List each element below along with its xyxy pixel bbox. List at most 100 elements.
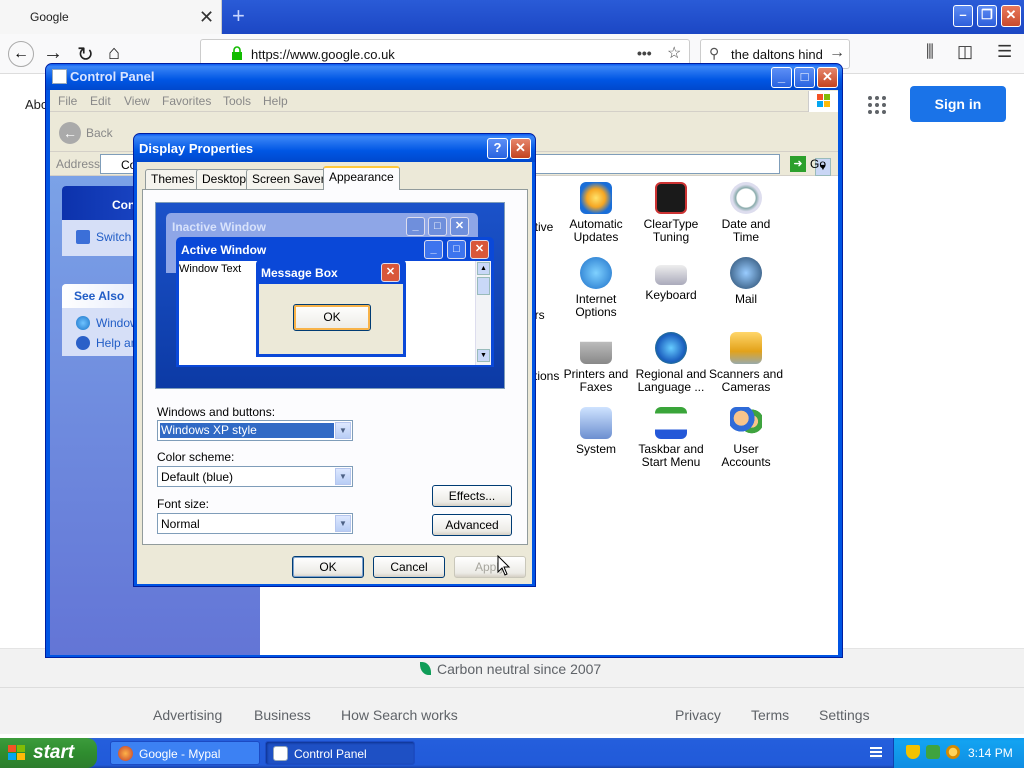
bookmark-star-icon[interactable]: ☆: [667, 43, 681, 63]
tab-desktop[interactable]: Desktop: [196, 169, 253, 189]
chevron-down-icon[interactable]: ▼: [335, 468, 351, 485]
taskbar-item-control-panel[interactable]: Control Panel: [265, 741, 415, 765]
security-shield-icon[interactable]: [906, 745, 920, 759]
network-icon[interactable]: [926, 745, 940, 759]
advanced-button[interactable]: Advanced: [432, 514, 512, 536]
taskbar: start Google - Mypal Control Panel 3:14 …: [0, 738, 1024, 768]
preview-active-min-icon: _: [424, 240, 443, 259]
effects-button[interactable]: Effects...: [432, 485, 512, 507]
system-tray: 3:14 PM: [893, 738, 1024, 768]
cancel-button[interactable]: Cancel: [373, 556, 445, 578]
go-arrow-icon[interactable]: ➜: [790, 156, 806, 172]
windows-flag-icon: [808, 91, 838, 112]
cp-item-automatic-updates[interactable]: Automatic Updates: [558, 182, 634, 244]
dialog-close-button[interactable]: ✕: [510, 138, 531, 159]
cp-item-date-time[interactable]: Date and Time: [708, 182, 784, 244]
new-tab-icon[interactable]: +: [232, 3, 245, 29]
preview-scrollbar: ▲ ▼: [475, 261, 491, 365]
windows-flag-icon: [8, 745, 25, 760]
footer-link-advertising[interactable]: Advertising: [153, 707, 222, 723]
library-icon[interactable]: ⫼: [926, 42, 934, 62]
chevron-down-icon[interactable]: ▼: [335, 422, 351, 439]
control-panel-titlebar[interactable]: Control Panel _ □ ✕: [46, 64, 842, 90]
cp-back-icon[interactable]: ←: [59, 122, 81, 144]
tab-title: Google: [30, 10, 69, 24]
color-scheme-select[interactable]: Default (blue) ▼: [157, 466, 353, 487]
help-support-link[interactable]: Help an: [96, 336, 137, 350]
search-tray-icon[interactable]: [946, 745, 960, 759]
help-button[interactable]: ?: [487, 138, 508, 159]
google-apps-icon[interactable]: [868, 96, 888, 116]
tab-screen-saver[interactable]: Screen Saver: [246, 169, 331, 189]
menu-favorites[interactable]: Favorites: [162, 94, 211, 108]
browser-minimize-button[interactable]: –: [953, 5, 973, 27]
url-text: https://www.google.co.uk: [251, 47, 395, 62]
taskbar-item-label: Google - Mypal: [139, 747, 221, 761]
menu-icon[interactable]: ☰: [997, 42, 1012, 62]
automatic-updates-icon: [580, 182, 612, 214]
cp-item-taskbar[interactable]: Taskbar and Start Menu: [633, 407, 709, 469]
cleartype-icon: [655, 182, 687, 214]
cp-item-internet-options[interactable]: Internet Options: [558, 257, 634, 319]
dialog-body: Themes Desktop Screen Saver Appearance I…: [137, 162, 532, 584]
footer-link-how-search-works[interactable]: How Search works: [341, 707, 458, 723]
help-icon: [76, 336, 90, 350]
page-actions-icon[interactable]: •••: [637, 45, 652, 61]
cp-item-user-accounts[interactable]: User Accounts: [708, 407, 784, 469]
scanner-icon: [730, 332, 762, 364]
taskbar-item-browser[interactable]: Google - Mypal: [110, 741, 260, 765]
cp-item-keyboard[interactable]: Keyboard: [633, 257, 709, 302]
cp-item-scanners[interactable]: Scanners and Cameras: [708, 332, 784, 394]
sidebar-icon[interactable]: ◫: [957, 42, 973, 62]
preview-message-title: Message Box: [261, 266, 338, 280]
menu-help[interactable]: Help: [263, 94, 288, 108]
footer-link-terms[interactable]: Terms: [751, 707, 789, 723]
font-size-select[interactable]: Normal ▼: [157, 513, 353, 534]
google-footer: Carbon neutral since 2007 Advertising Bu…: [0, 648, 1024, 734]
switch-view-link[interactable]: Switch: [96, 230, 131, 244]
menu-view[interactable]: View: [124, 94, 150, 108]
home-icon[interactable]: ⌂: [108, 42, 120, 65]
windows-buttons-value: Windows XP style: [160, 423, 334, 438]
menu-edit[interactable]: Edit: [90, 94, 111, 108]
go-label[interactable]: Go: [810, 157, 826, 171]
cp-item-cleartype[interactable]: ClearType Tuning: [633, 182, 709, 244]
search-go-icon[interactable]: →: [829, 44, 845, 62]
preview-active-title: Active Window: [181, 243, 267, 257]
cp-close-button[interactable]: ✕: [817, 67, 838, 88]
preview-max-icon: □: [428, 217, 447, 236]
cp-item-regional[interactable]: Regional and Language ...: [633, 332, 709, 394]
tab-themes[interactable]: Themes: [145, 169, 201, 189]
footer-link-business[interactable]: Business: [254, 707, 311, 723]
menu-tools[interactable]: Tools: [223, 94, 251, 108]
sign-in-button[interactable]: Sign in: [910, 86, 1006, 122]
browser-restore-button[interactable]: ❐: [977, 5, 997, 27]
browser-close-button[interactable]: ✕: [1001, 5, 1021, 27]
dialog-titlebar[interactable]: Display Properties ? ✕: [134, 134, 535, 162]
cp-item-system[interactable]: System: [558, 407, 634, 456]
cp-maximize-button[interactable]: □: [794, 67, 815, 88]
font-size-value: Normal: [161, 517, 200, 531]
menu-file[interactable]: File: [58, 94, 77, 108]
windows-buttons-label: Windows and buttons:: [157, 405, 276, 419]
browser-tab-google[interactable]: Google ✕: [0, 0, 222, 34]
footer-link-privacy[interactable]: Privacy: [675, 707, 721, 723]
keyboard-layout-icon[interactable]: [870, 747, 882, 759]
forward-arrow-icon[interactable]: →: [43, 42, 63, 65]
cp-menubar: File Edit View Favorites Tools Help: [50, 90, 838, 112]
start-button[interactable]: start: [0, 738, 97, 768]
footer-divider: [0, 687, 1024, 688]
back-arrow-icon[interactable]: ←: [8, 41, 34, 67]
system-icon: [580, 407, 612, 439]
chevron-down-icon[interactable]: ▼: [335, 515, 351, 532]
tab-appearance[interactable]: Appearance: [323, 166, 400, 190]
cp-item-mail[interactable]: Mail: [708, 257, 784, 306]
font-size-label: Font size:: [157, 497, 210, 511]
ok-button[interactable]: OK: [292, 556, 364, 578]
footer-link-settings[interactable]: Settings: [819, 707, 870, 723]
windows-buttons-select[interactable]: Windows XP style ▼: [157, 420, 353, 441]
cp-minimize-button[interactable]: _: [771, 67, 792, 88]
tab-close-icon[interactable]: ✕: [199, 7, 214, 28]
apply-button[interactable]: Apply: [454, 556, 526, 578]
cp-item-printers[interactable]: Printers and Faxes: [558, 332, 634, 394]
